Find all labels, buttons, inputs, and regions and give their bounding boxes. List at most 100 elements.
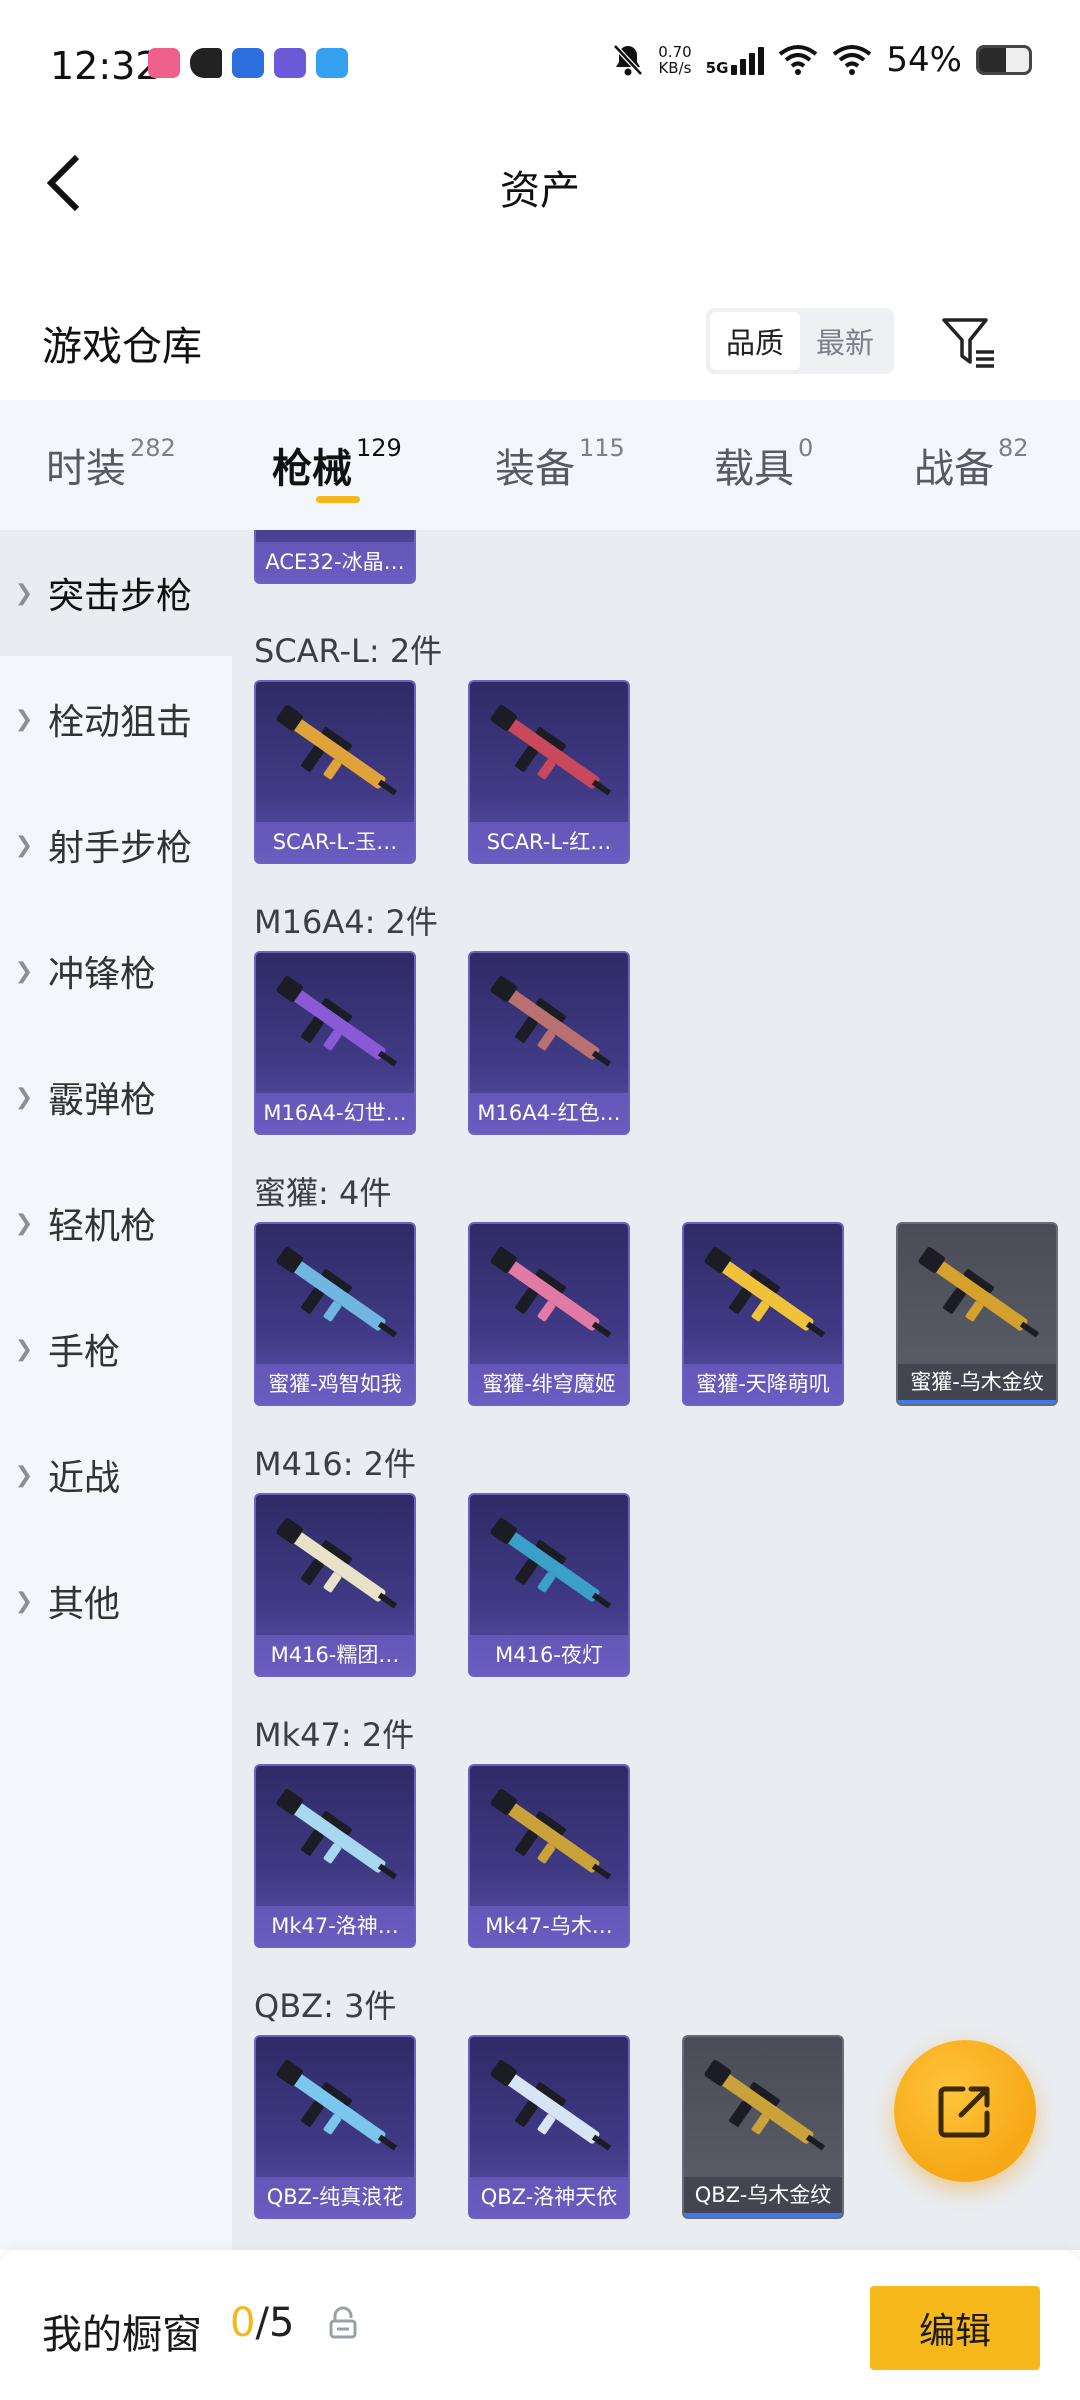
- weapon-card-label: Mk47-洛神…: [256, 1906, 414, 1946]
- share-button[interactable]: [894, 2040, 1036, 2182]
- weapon-card[interactable]: M416-夜灯: [468, 1493, 630, 1677]
- tab-label: 枪械: [272, 446, 352, 492]
- weapon-skin-image: [276, 1517, 398, 1609]
- net-speed: 0.70 KB/s: [658, 44, 691, 76]
- tab-equipment[interactable]: 装备 115: [495, 434, 625, 494]
- sidebar-item-label: 手枪: [48, 1332, 121, 1373]
- weapon-card[interactable]: QBZ-纯真浪花: [254, 2035, 416, 2219]
- weapon-skin-image: [276, 704, 398, 796]
- net-speed-value: 0.70: [658, 43, 692, 61]
- weapon-skin-image: [704, 1246, 826, 1338]
- weapon-card[interactable]: Mk47-洛神…: [254, 1764, 416, 1948]
- weapon-card-label: M416-夜灯: [470, 1635, 628, 1675]
- wifi-icon: [779, 45, 818, 75]
- weapon-card[interactable]: QBZ-洛神天依: [468, 2035, 630, 2219]
- weapon-card[interactable]: M416-糯团…: [254, 1493, 416, 1677]
- category-tabs: 时装 282 枪械 129 装备 115 载具 0 战备 82: [0, 400, 1080, 530]
- signal-bars-icon: [731, 45, 765, 75]
- weapon-card[interactable]: Mk47-乌木…: [468, 1764, 630, 1948]
- tab-vehicles[interactable]: 载具 0: [714, 434, 814, 494]
- weapon-group-title: 蜜獾: 4件: [254, 1174, 392, 1212]
- lock-icon: [329, 2306, 357, 2339]
- weapon-card[interactable]: 蜜獾-天降萌叽: [682, 1222, 844, 1406]
- filter-button[interactable]: [936, 310, 1000, 374]
- weapon-skin-image: [490, 704, 612, 796]
- sidebar-item-melee[interactable]: ❯ 近战: [0, 1412, 232, 1538]
- weapon-skin-image: [490, 1517, 612, 1609]
- wifi-icon: [833, 45, 872, 75]
- sort-option-latest[interactable]: 最新: [800, 312, 890, 370]
- weapon-card-label: Mk47-乌木…: [470, 1906, 628, 1946]
- sort-toggle: 品质 最新: [706, 308, 894, 374]
- weapon-card[interactable]: SCAR-L-玉…: [254, 680, 416, 864]
- chevron-right-icon: ❯: [14, 706, 34, 732]
- weapon-card[interactable]: M16A4-红色…: [468, 951, 630, 1135]
- showcase-total: 5: [268, 2300, 295, 2346]
- weapon-skin-image: [276, 1788, 398, 1880]
- weapon-grid: ACE32-冰晶… SCAR-L: 2件 SCAR-L-玉… SCAR-L-红… M1…: [232, 530, 1080, 2250]
- chevron-right-icon: ❯: [14, 1588, 34, 1614]
- tab-fashion[interactable]: 时装 282: [46, 434, 176, 494]
- sidebar-item-label: 冲锋枪: [48, 954, 157, 995]
- sidebar-item-bolt-sniper[interactable]: ❯ 栓动狙击: [0, 656, 232, 782]
- weapon-group-title: M16A4: 2件: [254, 903, 438, 941]
- weapon-card[interactable]: ACE32-冰晶…: [254, 530, 416, 584]
- chevron-right-icon: ❯: [14, 958, 34, 984]
- sidebar-item-pistol[interactable]: ❯ 手枪: [0, 1286, 232, 1412]
- sidebar-item-marksman-rifle[interactable]: ❯ 射手步枪: [0, 782, 232, 908]
- sort-option-quality[interactable]: 品质: [710, 312, 800, 370]
- app-notification-icon: [316, 48, 348, 78]
- weapon-skin-image: [256, 530, 414, 542]
- weapon-card-label: 蜜獾-乌木金纹: [898, 1364, 1056, 1404]
- warehouse-title: 游戏仓库: [42, 324, 202, 370]
- edit-button[interactable]: 编辑: [870, 2286, 1040, 2370]
- sidebar-item-label: 霰弹枪: [48, 1080, 157, 1121]
- weapon-card-label: QBZ-洛神天依: [470, 2177, 628, 2217]
- weapon-card[interactable]: 蜜獾-乌木金纹: [896, 1222, 1058, 1406]
- sidebar-item-label: 其他: [48, 1584, 121, 1625]
- tab-count: 129: [356, 434, 402, 462]
- chevron-right-icon: ❯: [14, 832, 34, 858]
- sidebar-item-shotgun[interactable]: ❯ 霰弹枪: [0, 1034, 232, 1160]
- weapon-card[interactable]: QBZ-乌木金纹: [682, 2035, 844, 2219]
- showcase-bar: 我的橱窗 0/5 编辑: [0, 2250, 1080, 2400]
- system-indicators: 0.70 KB/s 5G 54%: [612, 40, 1032, 80]
- weapon-skin-image: [704, 2059, 826, 2151]
- warehouse-header: 游戏仓库 品质 最新: [0, 290, 1080, 400]
- weapon-group-title: M416: 2件: [254, 1445, 417, 1483]
- weapon-card-label: ACE32-冰晶…: [256, 542, 414, 582]
- weapon-card-label: SCAR-L-红…: [470, 822, 628, 862]
- weapon-card[interactable]: M16A4-幻世…: [254, 951, 416, 1135]
- weapon-group-title: Mk47: 2件: [254, 1716, 415, 1754]
- weapon-card[interactable]: 蜜獾-绯穹魔姬: [468, 1222, 630, 1406]
- weapon-card[interactable]: SCAR-L-红…: [468, 680, 630, 864]
- weapon-card-label: M16A4-红色…: [470, 1093, 628, 1133]
- tab-label: 载具: [714, 446, 794, 492]
- weapon-card[interactable]: 蜜獾-鸡智如我: [254, 1222, 416, 1406]
- sidebar-item-smg[interactable]: ❯ 冲锋枪: [0, 908, 232, 1034]
- showcase-separator: /: [255, 2300, 269, 2346]
- tab-firearms[interactable]: 枪械 129: [272, 434, 402, 494]
- chevron-right-icon: ❯: [14, 1084, 34, 1110]
- sidebar-item-assault-rifle[interactable]: ❯ 突击步枪: [0, 530, 232, 656]
- weapon-skin-image: [490, 975, 612, 1067]
- weapon-type-sidebar: ❯ 突击步枪 ❯ 栓动狙击 ❯ 射手步枪 ❯ 冲锋枪 ❯ 霰弹枪 ❯ 轻机枪 ❯ 手枪 ❯ 近战…: [0, 530, 232, 2250]
- battery-icon: [976, 45, 1032, 75]
- tab-count: 82: [998, 434, 1029, 462]
- showcase-label: 我的橱窗: [42, 2312, 202, 2358]
- tab-label: 装备: [495, 446, 575, 492]
- sidebar-item-label: 栓动狙击: [48, 702, 193, 743]
- app-notification-icon: [274, 48, 306, 78]
- sidebar-item-other[interactable]: ❯ 其他: [0, 1538, 232, 1664]
- tab-count: 282: [130, 434, 176, 462]
- sidebar-item-lmg[interactable]: ❯ 轻机枪: [0, 1160, 232, 1286]
- tab-label: 战备: [914, 446, 994, 492]
- cellular-signal: 5G: [705, 45, 765, 77]
- sidebar-item-label: 突击步枪: [48, 576, 193, 617]
- share-icon: [938, 2086, 990, 2138]
- chevron-right-icon: ❯: [14, 1462, 34, 1488]
- showcase-current: 0: [230, 2300, 256, 2346]
- network-type: 5G: [705, 59, 729, 77]
- tab-count: 0: [798, 434, 814, 462]
- tab-supplies[interactable]: 战备 82: [914, 434, 1029, 494]
